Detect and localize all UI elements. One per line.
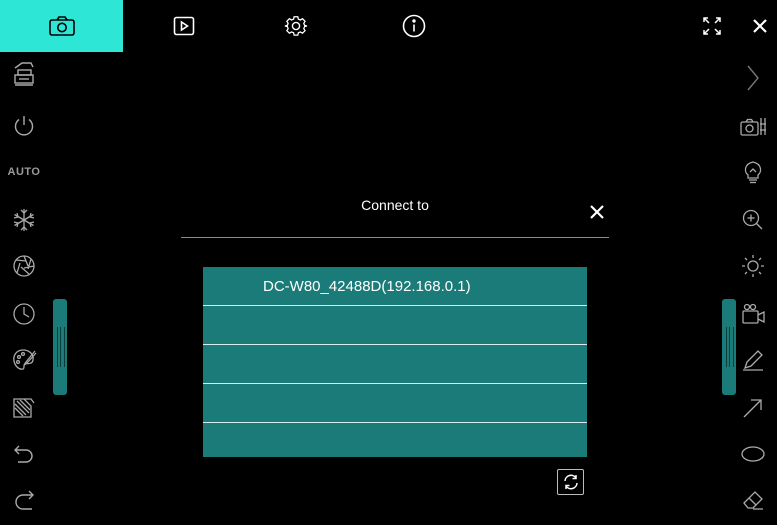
camera-settings-button[interactable] — [729, 104, 777, 148]
eraser-tool-button[interactable] — [729, 478, 777, 522]
device-list-item[interactable]: DC-W80_42488D(192.168.0.1) — [203, 267, 587, 305]
grip-lines — [726, 327, 734, 367]
device-name: DC-W80_42488D(192.168.0.1) — [263, 277, 471, 295]
power-icon — [12, 114, 36, 138]
refresh-icon — [562, 473, 580, 491]
camera-settings-icon — [739, 114, 767, 138]
playback-icon — [173, 16, 195, 36]
info-icon — [402, 14, 426, 38]
close-icon — [752, 18, 768, 34]
fullscreen-button[interactable] — [690, 0, 734, 52]
device-list: DC-W80_42488D(192.168.0.1) — [203, 267, 587, 457]
close-icon — [589, 204, 605, 220]
timer-clock-icon — [12, 302, 36, 326]
brightness-button[interactable] — [729, 244, 777, 288]
tab-playback[interactable] — [162, 0, 206, 52]
palette-icon — [11, 347, 37, 373]
undo-icon — [12, 442, 36, 466]
eraser-icon — [741, 488, 765, 512]
fullscreen-icon — [702, 16, 722, 36]
document-camera-button[interactable] — [0, 52, 48, 96]
mirror-button[interactable] — [0, 386, 48, 430]
pen-icon — [741, 348, 765, 372]
chevron-right-icon — [746, 64, 760, 92]
mirror-icon — [11, 395, 37, 421]
settings-gear-icon — [284, 14, 308, 38]
device-list-item[interactable] — [203, 384, 587, 422]
undo-button[interactable] — [0, 432, 48, 476]
timer-button[interactable] — [0, 292, 48, 336]
document-camera-icon — [11, 60, 37, 88]
aperture-icon — [12, 254, 36, 278]
top-toolbar — [0, 0, 777, 52]
lamp-button[interactable] — [729, 150, 777, 194]
tab-settings[interactable] — [274, 0, 318, 52]
camera-icon — [48, 15, 76, 37]
record-button[interactable] — [729, 292, 777, 336]
redo-icon — [12, 488, 36, 512]
dialog-divider — [181, 237, 609, 238]
freeze-snowflake-icon — [11, 207, 37, 233]
palette-button[interactable] — [0, 338, 48, 382]
tab-camera[interactable] — [0, 0, 123, 52]
pen-button[interactable] — [729, 338, 777, 382]
auto-label: AUTO — [7, 166, 41, 178]
left-toolbar: AUTO — [0, 52, 48, 525]
tab-info[interactable] — [392, 0, 436, 52]
collapse-panel-button[interactable] — [729, 56, 777, 100]
video-record-icon — [740, 302, 766, 326]
brightness-icon — [740, 253, 766, 279]
ellipse-tool-button[interactable] — [729, 432, 777, 476]
close-app-button[interactable] — [738, 0, 777, 52]
grip-lines — [57, 327, 65, 367]
aperture-button[interactable] — [0, 244, 48, 288]
left-panel-handle[interactable] — [53, 299, 67, 395]
arrow-icon — [741, 396, 765, 420]
device-list-item[interactable] — [203, 345, 587, 383]
right-toolbar — [729, 52, 777, 525]
ellipse-icon — [740, 444, 766, 464]
redo-button[interactable] — [0, 478, 48, 522]
zoom-in-button[interactable] — [729, 198, 777, 242]
lightbulb-icon — [742, 159, 764, 185]
dialog-title: Connect to — [361, 197, 429, 213]
device-list-item[interactable] — [203, 306, 587, 344]
right-panel-handle[interactable] — [722, 299, 736, 395]
power-button[interactable] — [0, 104, 48, 148]
arrow-tool-button[interactable] — [729, 386, 777, 430]
device-list-item[interactable] — [203, 423, 587, 461]
refresh-button[interactable] — [557, 469, 584, 495]
dialog-close-button[interactable] — [585, 200, 609, 224]
freeze-button[interactable] — [0, 198, 48, 242]
auto-button[interactable]: AUTO — [0, 150, 48, 194]
zoom-in-icon — [741, 208, 765, 232]
